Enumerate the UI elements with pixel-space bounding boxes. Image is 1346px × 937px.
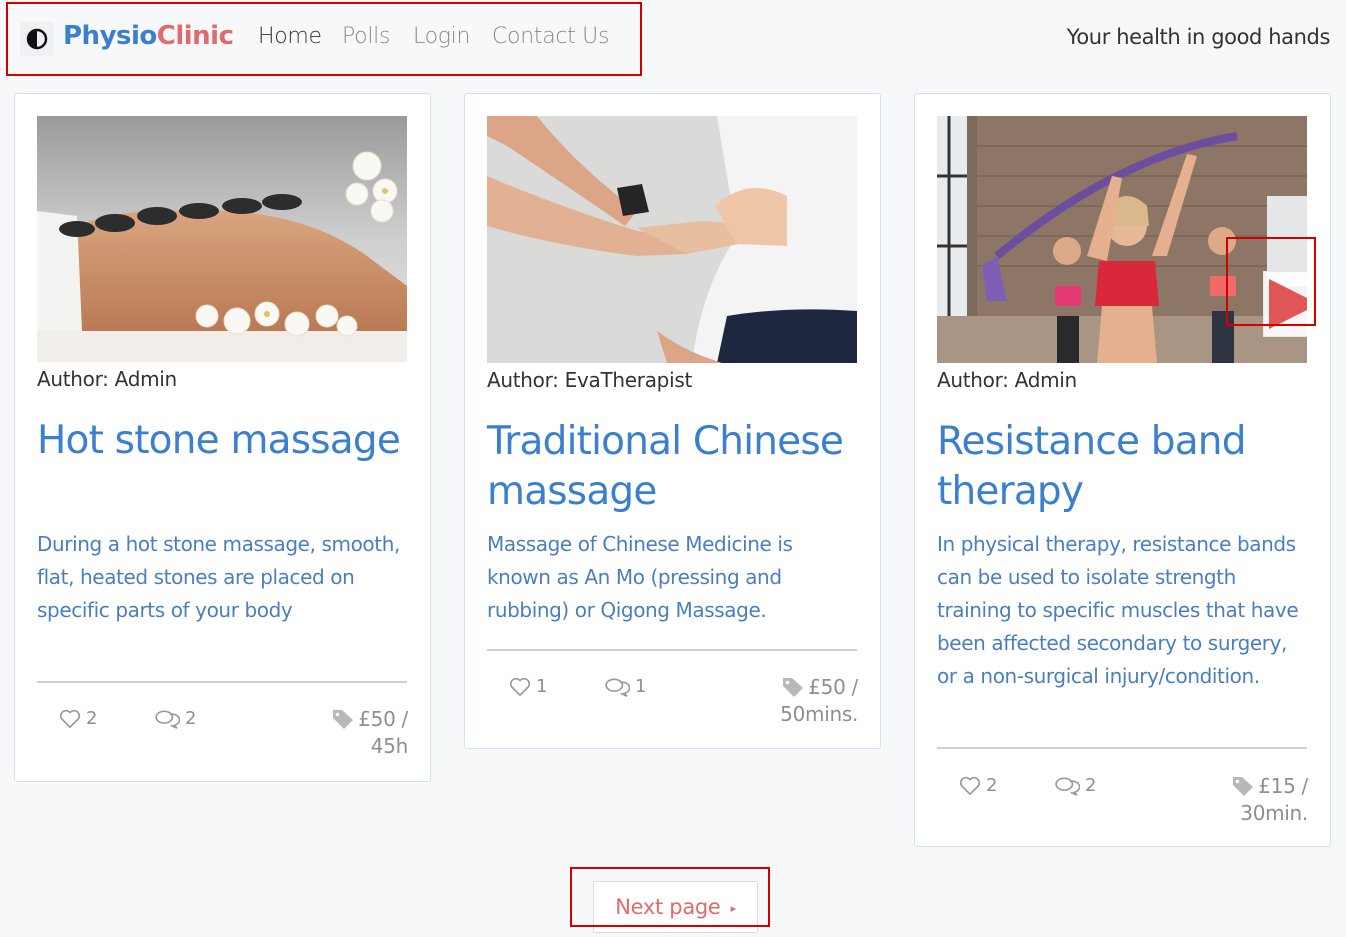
likes-counter[interactable]: 1 [509, 676, 547, 697]
comments-count: 2 [185, 708, 197, 729]
comments-count: 1 [635, 676, 647, 697]
comments-icon [1055, 776, 1080, 796]
heart-icon [959, 776, 981, 795]
comments-count: 2 [1085, 775, 1097, 796]
comments-counter[interactable]: 2 [1054, 775, 1096, 796]
card-author: Author: Admin [37, 367, 177, 391]
card-description: In physical therapy, resistance bands ca… [937, 532, 1299, 688]
comments-counter[interactable]: 2 [154, 708, 196, 729]
likes-counter[interactable]: 2 [959, 775, 997, 796]
price-tag-icon [783, 678, 804, 697]
price-duration: 50mins. [780, 702, 858, 726]
navbar: PhysioClinic Home Polls Login Contact Us… [0, 0, 1346, 80]
card-divider [37, 681, 407, 683]
nav-highlight-box [6, 2, 642, 76]
heart-icon [509, 677, 531, 696]
card-divider [937, 747, 1307, 749]
price-label: £15 / 30min. [1188, 773, 1308, 827]
comments-icon [155, 709, 180, 729]
card-description: During a hot stone massage, smooth, flat… [37, 532, 400, 622]
price-amount: £15 / [1258, 774, 1308, 798]
likes-count: 1 [536, 676, 548, 697]
card-description: Massage of Chinese Medicine is known as … [487, 532, 793, 622]
card-author: Author: EvaTherapist [487, 368, 692, 392]
next-page-highlight-box [570, 867, 770, 927]
card-title[interactable]: Resistance band therapy [937, 417, 1317, 517]
carousel-highlight-box [1226, 237, 1316, 326]
price-tag-icon [1233, 777, 1254, 796]
comments-counter[interactable]: 1 [604, 676, 646, 697]
card-image-chinese-massage[interactable] [487, 116, 857, 363]
price-amount: £50 / [808, 675, 858, 699]
card-title[interactable]: Hot stone massage [37, 416, 417, 466]
likes-counter[interactable]: 2 [59, 708, 97, 729]
price-duration: 45h [370, 734, 409, 758]
card-divider [487, 649, 857, 651]
card-title[interactable]: Traditional Chinese massage [487, 417, 867, 517]
price-amount: £50 / [358, 707, 408, 731]
likes-count: 2 [986, 775, 998, 796]
post-card-resistance-band: Author: Admin Resistance band therapy In… [914, 93, 1331, 847]
post-card-hot-stone: Author: Admin Hot stone massage During a… [14, 93, 431, 782]
tagline: Your health in good hands [1066, 25, 1331, 49]
price-tag-icon [333, 710, 354, 729]
card-author: Author: Admin [937, 368, 1077, 392]
heart-icon [59, 709, 81, 728]
likes-count: 2 [86, 708, 98, 729]
price-duration: 30min. [1240, 801, 1308, 825]
post-card-chinese-massage: Author: EvaTherapist Traditional Chinese… [464, 93, 881, 749]
price-label: £50 / 45h [288, 706, 408, 760]
card-image-hot-stone[interactable] [37, 116, 407, 362]
price-label: £50 / 50mins. [738, 674, 858, 728]
comments-icon [605, 677, 630, 697]
